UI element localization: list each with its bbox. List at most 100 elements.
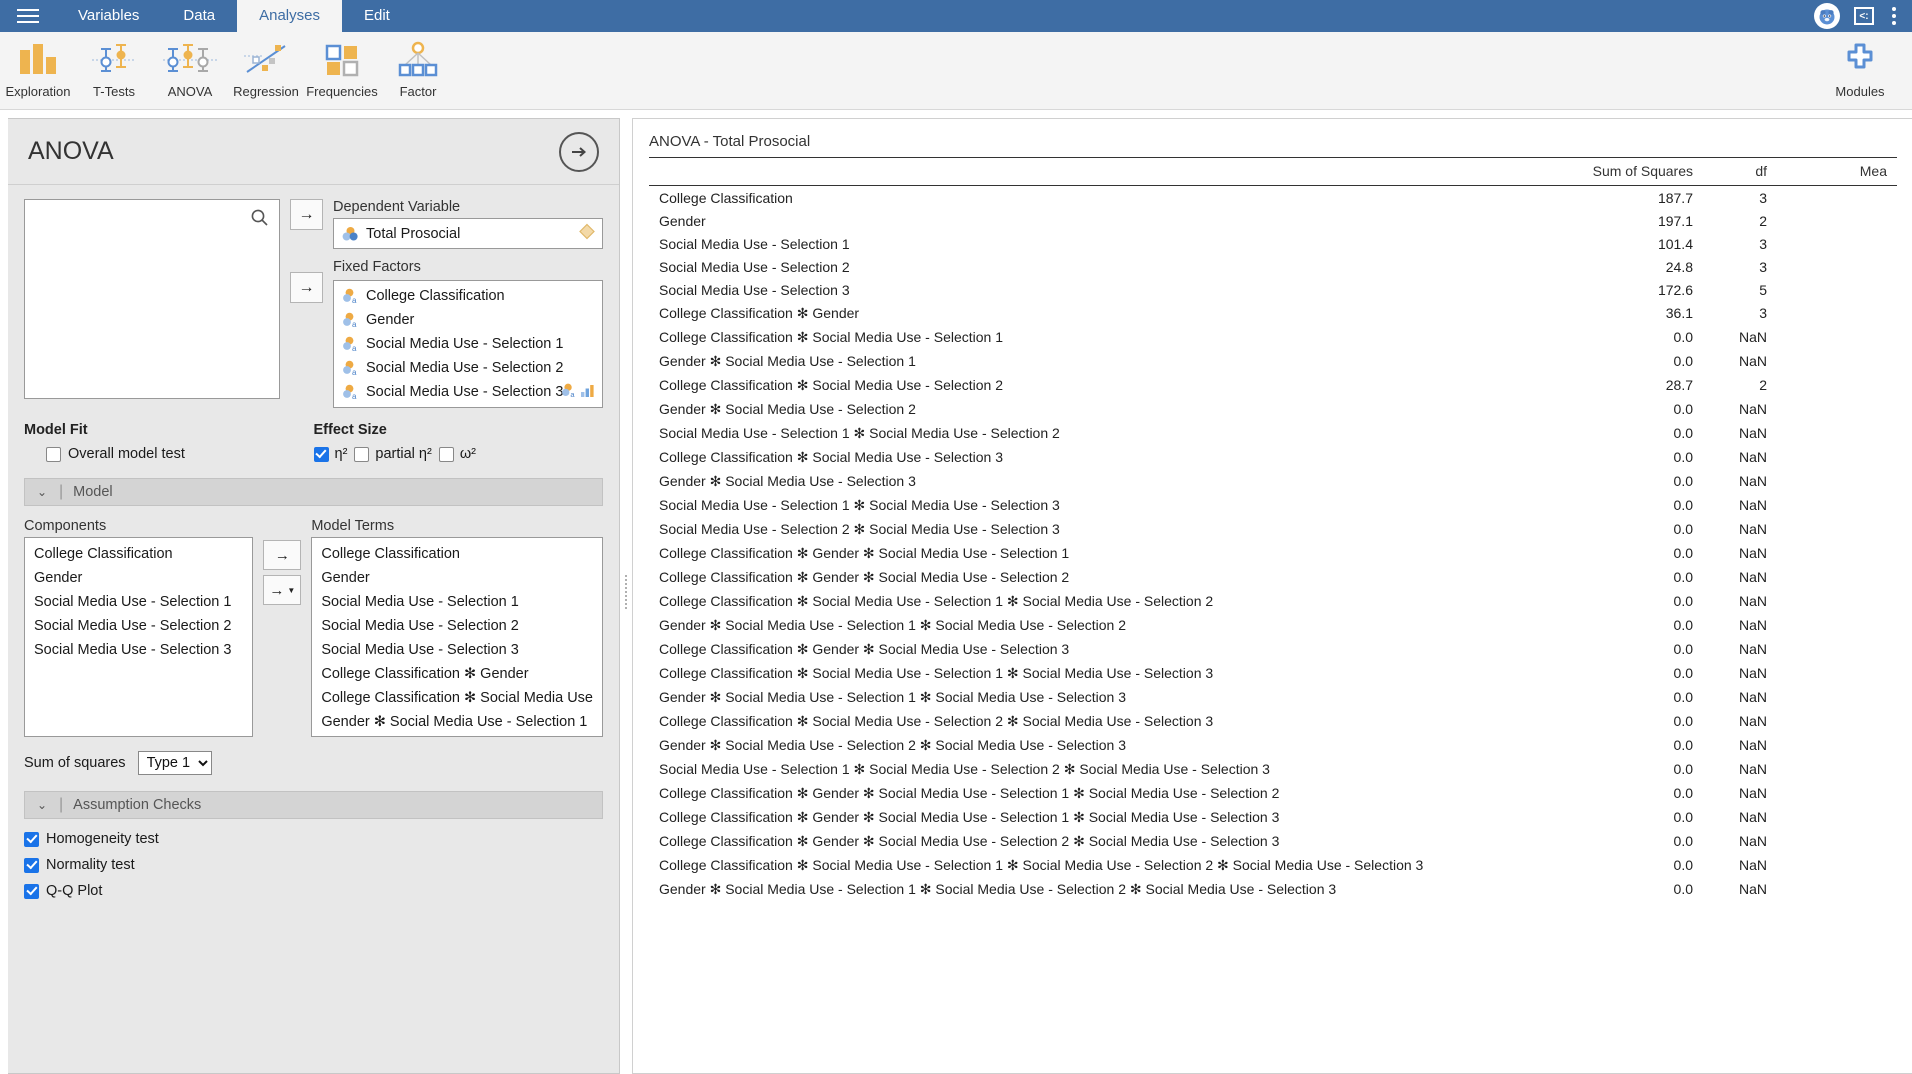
t-test-icon bbox=[90, 38, 138, 80]
variable-pool-list[interactable] bbox=[24, 199, 280, 399]
more-options-icon[interactable] bbox=[1888, 5, 1900, 27]
list-item[interactable]: Social Media Use - Selection 2 bbox=[312, 614, 602, 638]
list-item[interactable]: Social Media Use - Selection 3 bbox=[25, 638, 252, 662]
list-item[interactable]: College Classification ✻ Gender bbox=[312, 662, 602, 686]
components-list[interactable]: College Classification Gender Social Med… bbox=[24, 537, 254, 737]
qq-plot-row[interactable]: Q-Q Plot bbox=[24, 883, 603, 899]
results-title: ANOVA - Total Prosocial bbox=[649, 133, 811, 150]
variable-item-gender[interactable]: a Gender bbox=[334, 308, 602, 332]
ribbon-factor[interactable]: Factor bbox=[380, 32, 456, 99]
assign-factors-button[interactable]: → bbox=[290, 272, 323, 303]
cell-mean-square bbox=[1777, 445, 1897, 469]
list-item[interactable]: College Classification ✻ Social Media Us… bbox=[312, 734, 602, 736]
partial-eta-squared-checkbox[interactable] bbox=[354, 446, 370, 462]
cell-sum-of-squares: 0.0 bbox=[1673, 857, 1693, 873]
cell-sum-of-squares: 0.0 bbox=[1673, 809, 1693, 825]
cell-mean-square bbox=[1777, 301, 1897, 325]
add-term-dropdown-button[interactable]: → ▼ bbox=[263, 575, 302, 605]
sum-of-squares-select[interactable]: Type 1 Type 2 Type 3 bbox=[137, 751, 212, 775]
cell-mean-square bbox=[1777, 232, 1897, 255]
ribbon-t-tests[interactable]: T-Tests bbox=[76, 32, 152, 99]
tab-data[interactable]: Data bbox=[161, 0, 237, 32]
ribbon-anova[interactable]: ANOVA bbox=[152, 32, 228, 99]
ribbon-regression[interactable]: Regression bbox=[228, 32, 304, 99]
table-row: College Classification ✻ Social Media Us… bbox=[649, 325, 1897, 349]
model-section-header[interactable]: ⌄ | Model bbox=[24, 478, 603, 506]
cell-mean-square bbox=[1777, 685, 1897, 709]
normality-test-row[interactable]: Normality test bbox=[24, 857, 603, 873]
tab-analyses[interactable]: Analyses bbox=[237, 0, 342, 32]
list-item[interactable]: College Classification ✻ Social Media Us… bbox=[312, 686, 602, 710]
tab-edit[interactable]: Edit bbox=[342, 0, 412, 32]
cell-df: NaN bbox=[1738, 737, 1767, 753]
qq-plot-checkbox[interactable] bbox=[24, 883, 39, 899]
ribbon-exploration[interactable]: Exploration bbox=[0, 32, 76, 99]
normality-test-checkbox[interactable] bbox=[24, 857, 39, 873]
cell-term: Gender ✻ Social Media Use - Selection 1 … bbox=[659, 880, 1337, 897]
add-term-button[interactable]: → bbox=[263, 540, 302, 570]
list-item[interactable]: Social Media Use - Selection 1 bbox=[312, 590, 602, 614]
cell-df: NaN bbox=[1738, 689, 1767, 705]
list-item[interactable]: Gender bbox=[312, 566, 602, 590]
list-item[interactable]: Social Media Use - Selection 2 bbox=[25, 614, 252, 638]
variable-item-social-media-1[interactable]: a Social Media Use - Selection 1 bbox=[334, 332, 602, 356]
ribbon-label: T-Tests bbox=[93, 84, 135, 99]
cell-sum-of-squares: 0.0 bbox=[1673, 593, 1693, 609]
eta-squared-checkbox[interactable] bbox=[313, 446, 329, 462]
cell-term: Gender ✻ Social Media Use - Selection 2 bbox=[659, 400, 916, 417]
search-icon[interactable] bbox=[250, 208, 269, 232]
jamovi-logo-icon[interactable] bbox=[1814, 3, 1840, 29]
results-panel[interactable]: ANOVA - Total Prosocial Sum of Squares d… bbox=[632, 118, 1912, 1074]
assign-dependent-button[interactable]: → bbox=[290, 199, 323, 230]
panel-splitter[interactable] bbox=[620, 110, 632, 1074]
overall-model-test-checkbox[interactable] bbox=[46, 446, 61, 462]
variable-name: Social Media Use - Selection 2 bbox=[366, 360, 564, 376]
list-item[interactable]: Social Media Use - Selection 1 bbox=[25, 590, 252, 614]
list-item[interactable]: College Classification bbox=[25, 542, 252, 566]
cell-sum-of-squares: 24.8 bbox=[1665, 258, 1693, 275]
bar-chart-icon bbox=[16, 38, 60, 80]
fixed-factors-box[interactable]: a College Classification a Gender a Soci… bbox=[333, 280, 603, 408]
list-item[interactable]: College Classification bbox=[312, 542, 602, 566]
list-item[interactable]: Social Media Use - Selection 3 bbox=[312, 638, 602, 662]
table-row: Social Media Use - Selection 1 ✻ Social … bbox=[649, 421, 1897, 445]
omega-squared-checkbox[interactable] bbox=[438, 446, 454, 462]
variable-name: Social Media Use - Selection 1 bbox=[366, 336, 564, 352]
dependent-variable-box[interactable]: Total Prosocial bbox=[333, 218, 603, 249]
cell-df: NaN bbox=[1738, 665, 1767, 681]
eta-squared-row[interactable]: η² bbox=[313, 446, 347, 462]
homogeneity-test-checkbox[interactable] bbox=[24, 831, 39, 847]
cell-mean-square bbox=[1777, 733, 1897, 757]
table-row: College Classification ✻ Gender ✻ Social… bbox=[649, 805, 1897, 829]
partial-eta-squared-row[interactable]: partial η² bbox=[354, 446, 432, 462]
ribbon-frequencies[interactable]: Frequencies bbox=[304, 32, 380, 99]
column-header-df: df bbox=[1703, 157, 1777, 186]
anova-icon bbox=[161, 38, 219, 80]
hide-options-button[interactable] bbox=[559, 131, 599, 172]
list-item[interactable]: Gender ✻ Social Media Use - Selection 1 bbox=[312, 710, 602, 734]
svg-text:a: a bbox=[570, 390, 575, 398]
overall-model-test-row[interactable]: Overall model test bbox=[24, 446, 314, 462]
qq-plot-label: Q-Q Plot bbox=[46, 883, 103, 899]
variable-item-college-classification[interactable]: a College Classification bbox=[334, 284, 602, 308]
list-item[interactable]: Gender bbox=[25, 566, 252, 590]
variable-item-social-media-2[interactable]: a Social Media Use - Selection 2 bbox=[334, 356, 602, 380]
syntax-mode-icon[interactable]: <: bbox=[1854, 7, 1874, 25]
table-row: College Classification ✻ Gender 36.1 3 bbox=[649, 301, 1897, 325]
ribbon-modules[interactable]: Modules bbox=[1822, 32, 1898, 99]
svg-text:a: a bbox=[352, 344, 357, 352]
model-builder-row: Components College Classification Gender… bbox=[24, 518, 603, 737]
tab-variables[interactable]: Variables bbox=[56, 0, 161, 32]
nominal-variable-icon: a bbox=[342, 384, 359, 401]
homogeneity-test-row[interactable]: Homogeneity test bbox=[24, 831, 603, 847]
cell-df: 3 bbox=[1759, 258, 1767, 275]
svg-text:a: a bbox=[352, 296, 357, 304]
cell-term: Gender bbox=[659, 212, 706, 229]
omega-squared-row[interactable]: ω² bbox=[438, 446, 476, 462]
table-row: Social Media Use - Selection 3 172.6 5 bbox=[649, 278, 1897, 301]
model-terms-list[interactable]: College Classification Gender Social Med… bbox=[311, 537, 603, 737]
hamburger-menu-icon[interactable] bbox=[0, 0, 56, 32]
cell-term: Gender ✻ Social Media Use - Selection 1 bbox=[659, 352, 916, 369]
variable-item-total-prosocial[interactable]: Total Prosocial bbox=[334, 222, 468, 246]
assumption-checks-header[interactable]: ⌄ | Assumption Checks bbox=[24, 791, 603, 819]
